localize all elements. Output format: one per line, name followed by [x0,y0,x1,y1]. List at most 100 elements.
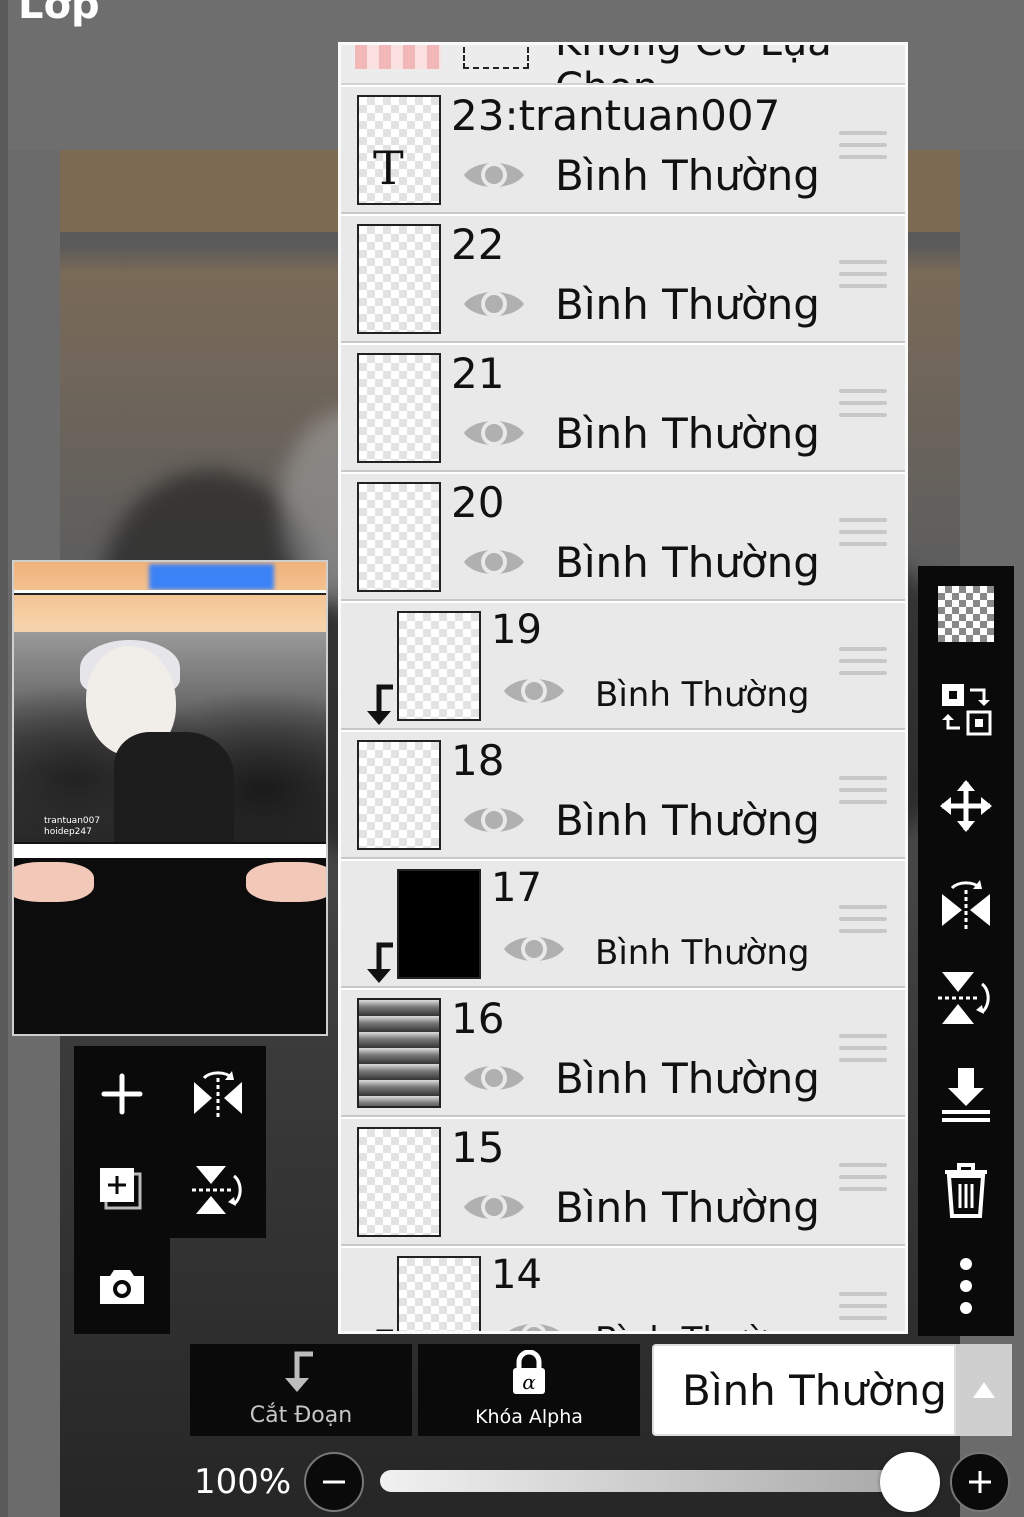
visibility-eye-icon[interactable] [461,411,527,455]
layer-thumbnail[interactable] [357,1127,441,1237]
drag-handle-icon[interactable] [839,260,887,300]
swap-layers-button[interactable] [918,662,1014,758]
layer-blend-mode: Bình Thường [555,151,820,200]
layer-thumbnail[interactable] [397,1256,481,1331]
layer-blend-mode: Bình Thường [555,538,820,587]
preview-hand-left [14,862,94,902]
visibility-eye-icon[interactable] [461,798,527,842]
delete-layer-button[interactable] [918,1142,1014,1238]
right-toolbar [918,566,1014,1336]
minus-icon [323,1480,345,1484]
layer-row[interactable]: 20 Bình Thường [341,474,905,601]
opacity-slider-handle[interactable] [880,1452,940,1512]
alpha-lock-button[interactable]: α Khóa Alpha [418,1344,640,1436]
visibility-eye-icon[interactable] [461,153,527,197]
no-selection-label: Không Có Lựa Chọn [555,45,905,83]
opacity-row: 100% [190,1446,1024,1517]
add-copy-layer-button[interactable] [74,1142,170,1238]
blend-mode-select[interactable]: Bình Thường [652,1344,956,1436]
layer-name: 19 [491,607,542,653]
move-layer-button[interactable] [918,758,1014,854]
layer-row[interactable]: 18 Bình Thường [341,732,905,859]
move-icon [940,780,992,832]
layer-list-panel[interactable]: Không Có Lựa Chọn T 23:trantuan007 Bình Th… [338,42,908,1334]
flip-vertical-tool-button[interactable] [918,950,1014,1046]
flip-vertical-button[interactable] [170,1142,266,1238]
transparent-fill-button[interactable] [918,566,1014,662]
drag-handle-icon[interactable] [839,131,887,171]
canvas-preview[interactable]: trantuan007 hoidep247 [12,560,328,1036]
visibility-eye-icon[interactable] [501,1314,567,1331]
opacity-label: 100% [194,1462,292,1502]
flip-vertical-icon [938,972,990,1024]
layer-blend-mode: Bình Thường [555,280,820,329]
caret-up-icon [973,1382,995,1398]
drag-handle-icon[interactable] [839,905,887,945]
layer-blend-mode: Bình Thường [595,933,810,973]
clip-button[interactable]: Cắt Đoạn [190,1344,412,1436]
flip-horizontal-button[interactable] [170,1046,266,1142]
drag-handle-icon[interactable] [839,1034,887,1074]
layer-thumbnail[interactable] [357,482,441,592]
layer-name: 14 [491,1252,542,1298]
transparent-checker-icon [938,586,994,642]
visibility-eye-icon[interactable] [461,1185,527,1229]
more-icon [960,1258,972,1314]
merge-down-icon [942,1068,990,1122]
no-selection-row[interactable]: Không Có Lựa Chọn [341,45,905,85]
more-options-button[interactable] [918,1238,1014,1334]
layer-row[interactable]: 15 Bình Thường [341,1119,905,1246]
drag-handle-icon[interactable] [839,1163,887,1203]
layer-name: 20 [451,478,505,527]
flip-horizontal-tool-button[interactable] [918,854,1014,950]
layer-thumbnail[interactable] [357,353,441,463]
camera-button[interactable] [74,1238,170,1334]
drag-handle-icon[interactable] [839,776,887,816]
visibility-eye-icon[interactable] [501,669,567,713]
layer-row[interactable]: 17 Bình Thường [341,861,905,988]
visibility-eye-icon[interactable] [461,282,527,326]
merge-down-button[interactable] [918,1046,1014,1142]
layer-row[interactable]: 21 Bình Thường [341,345,905,472]
layer-blend-mode: Bình Thường [595,1320,809,1331]
layer-actions-grid [74,1046,266,1334]
preview-character-body [114,732,234,842]
drag-handle-icon[interactable] [839,647,887,687]
selection-thumb [355,45,441,69]
opacity-increase-button[interactable] [950,1452,1010,1512]
drag-handle-icon[interactable] [839,1292,887,1331]
text-layer-icon: T [373,141,404,195]
layer-blend-mode: Bình Thường [595,675,810,715]
layer-thumbnail[interactable] [397,611,481,721]
layer-row[interactable]: 19 Bình Thường [341,603,905,730]
drag-handle-icon[interactable] [839,518,887,558]
opacity-decrease-button[interactable] [304,1452,364,1512]
visibility-eye-icon[interactable] [461,1056,527,1100]
layer-row[interactable]: 16 Bình Thường [341,990,905,1117]
layer-row[interactable]: 22 Bình Thường [341,216,905,343]
layer-bottom-bar: Cắt Đoạn α Khóa Alpha Bình Thường [190,1344,1024,1436]
layer-name: 18 [451,736,505,785]
opacity-slider[interactable] [380,1470,900,1492]
layer-thumbnail[interactable]: T [357,95,441,205]
layer-name: 23:trantuan007 [451,91,781,140]
layer-thumbnail[interactable] [357,224,441,334]
layer-blend-mode: Bình Thường [555,1054,820,1103]
layer-name: 15 [451,1123,505,1172]
add-layer-button[interactable] [74,1046,170,1142]
preview-hand-right [246,862,326,902]
layer-row[interactable]: T 23:trantuan007 Bình Thường [341,87,905,214]
layer-thumbnail[interactable] [357,998,441,1108]
layer-thumbnail[interactable] [357,740,441,850]
drag-handle-icon[interactable] [839,389,887,429]
preview-signature-line-2: hoidep247 [44,827,92,837]
visibility-eye-icon[interactable] [501,927,567,971]
blend-mode-dropdown-button[interactable] [956,1344,1012,1436]
layer-row[interactable]: 14 Bình Thường [341,1248,905,1331]
clip-arrow-icon [285,1351,313,1392]
layer-name: 16 [451,994,505,1043]
visibility-eye-icon[interactable] [461,540,527,584]
layer-thumbnail[interactable] [397,869,481,979]
preview-signature-line-1: trantuan007 [44,816,101,826]
preview-stripe [14,844,326,858]
